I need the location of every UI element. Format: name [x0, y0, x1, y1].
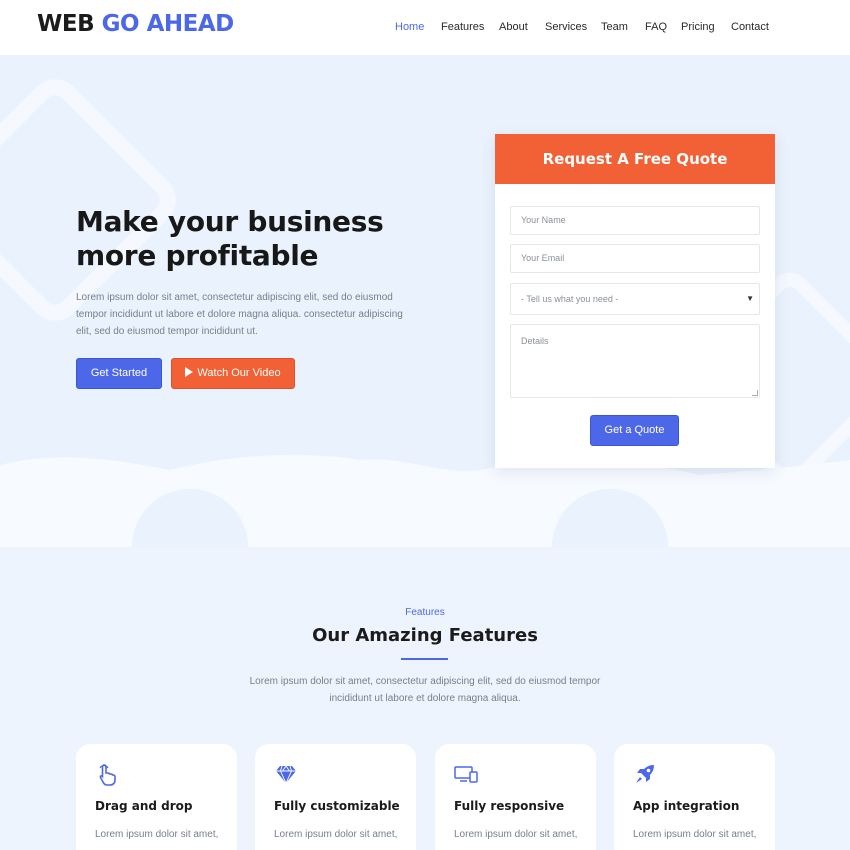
nav-pricing[interactable]: Pricing: [681, 20, 715, 34]
feature-description: Lorem ipsum dolor sit amet,: [95, 829, 219, 840]
nav-about[interactable]: About: [499, 20, 528, 34]
nav-services[interactable]: Services: [545, 20, 587, 34]
feature-card[interactable]: App integration Lorem ipsum dolor sit am…: [614, 744, 775, 850]
feature-title: Fully customizable: [274, 799, 400, 813]
get-quote-button[interactable]: Get a Quote: [590, 415, 679, 446]
details-placeholder: Details: [521, 336, 549, 346]
quote-form-title: Request A Free Quote: [495, 134, 775, 184]
nav-faq[interactable]: FAQ: [645, 20, 667, 34]
feature-title: Drag and drop: [95, 799, 193, 813]
feature-description: Lorem ipsum dolor sit amet,: [633, 829, 757, 840]
features-section: Features Our Amazing Features Lorem ipsu…: [0, 547, 850, 850]
quote-form-card: Request A Free Quote Your Name Your Emai…: [495, 134, 775, 468]
watch-video-label: Watch Our Video: [197, 367, 281, 379]
feature-title: App integration: [633, 799, 740, 813]
details-textarea[interactable]: Details: [510, 324, 760, 398]
chevron-down-icon: ▼: [746, 294, 754, 303]
feature-description: Lorem ipsum dolor sit amet,: [274, 829, 398, 840]
nav-features[interactable]: Features: [441, 20, 484, 34]
nav-contact[interactable]: Contact: [731, 20, 769, 34]
name-field[interactable]: Your Name: [510, 206, 760, 235]
feature-card[interactable]: Fully customizable Lorem ipsum dolor sit…: [255, 744, 416, 850]
service-select-value: - Tell us what you need -: [521, 294, 619, 304]
nav-home[interactable]: Home: [395, 20, 424, 34]
feature-title: Fully responsive: [454, 799, 565, 813]
hero-title: Make your business more profitable: [76, 205, 384, 272]
devices-icon: [454, 766, 478, 783]
feature-card[interactable]: Fully responsive Lorem ipsum dolor sit a…: [435, 744, 596, 850]
features-kicker: Features: [405, 607, 445, 618]
email-field[interactable]: Your Email: [510, 244, 760, 273]
main-nav: Home Features About Services Team FAQ Pr…: [0, 20, 850, 36]
feature-card[interactable]: Drag and drop Lorem ipsum dolor sit amet…: [76, 744, 237, 850]
title-underline: [401, 658, 448, 660]
hero-description: Lorem ipsum dolor sit amet, consectetur …: [76, 292, 403, 337]
diamond-icon: [276, 765, 296, 785]
play-icon: [185, 367, 194, 377]
feature-description: Lorem ipsum dolor sit amet,: [454, 829, 578, 840]
watch-video-button[interactable]: Watch Our Video: [171, 358, 295, 389]
get-started-button[interactable]: Get Started: [76, 358, 162, 389]
service-select[interactable]: - Tell us what you need - ▼: [510, 283, 760, 315]
resize-handle-icon[interactable]: [752, 390, 758, 396]
features-description: Lorem ipsum dolor sit amet, consectetur …: [249, 676, 601, 704]
features-title: Our Amazing Features: [312, 625, 538, 646]
rocket-icon: [636, 765, 654, 783]
nav-team[interactable]: Team: [601, 20, 628, 34]
hand-pointer-icon: [99, 764, 116, 786]
site-header: WEB GO AHEAD Home Features About Service…: [0, 0, 850, 55]
